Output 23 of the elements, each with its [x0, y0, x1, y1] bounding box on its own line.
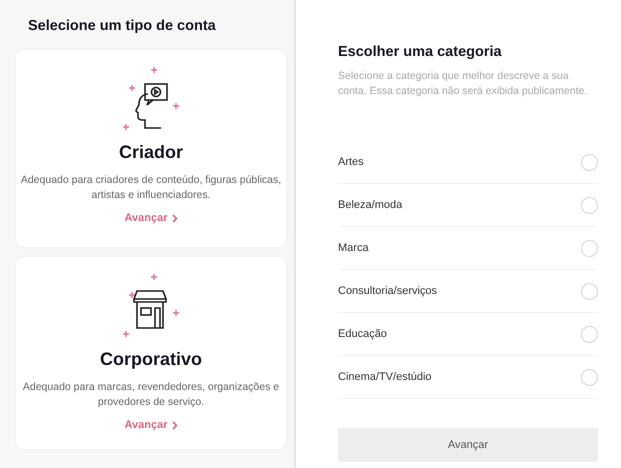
panel-title: Escolher uma categoria [338, 44, 503, 60]
chevron-right-icon [172, 420, 178, 430]
card-description: Adequado para marcas, revendedores, organizações e provedores de serviço. [22, 380, 280, 410]
panel-description: Selecione a categoria que melhor descreve a sua conta. Essa categoria não será exibida publicamente. [338, 69, 588, 99]
radio-button[interactable] [581, 154, 598, 170]
card-title: Criador [118, 142, 183, 163]
category-label[interactable]: Consultoria/serviços [338, 285, 438, 297]
account-type-card[interactable]: Criador Adequado para criadores de conteúdo, figuras públicas, artistas e influenciadores. Avançar [16, 50, 286, 247]
section-title: Selecione um tipo de conta [28, 18, 217, 34]
card-title: Corporativo [100, 349, 202, 370]
radio-button[interactable] [581, 240, 598, 256]
category-label[interactable]: Marca [338, 242, 369, 254]
radio-button[interactable] [581, 326, 598, 342]
card-description: Adequado para criadores de conteúdo, figuras públicas, artistas e influenciadores. [20, 173, 282, 203]
chevron-right-icon [172, 214, 178, 222]
radio-button[interactable] [581, 368, 598, 386]
radio-button[interactable] [581, 282, 598, 300]
category-label[interactable]: Artes [338, 156, 364, 168]
category-label[interactable]: Beleza/moda [338, 199, 402, 211]
category-label[interactable]: Cinema/TV/estúdio [338, 371, 432, 383]
account-type-card[interactable]: Corporativo Adequado para marcas, revendedores, organizações e provedores de serviço. Avançar [16, 257, 286, 449]
radio-button[interactable] [581, 196, 598, 214]
category-label[interactable]: Educação [338, 328, 387, 340]
